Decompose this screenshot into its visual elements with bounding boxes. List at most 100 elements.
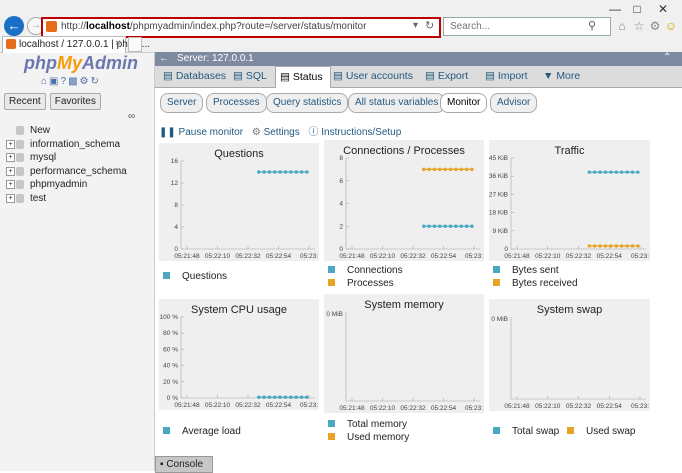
tab-status[interactable]: ▤ Status bbox=[275, 66, 331, 88]
y-tick-label: 40 % bbox=[163, 363, 178, 370]
legend-swatch bbox=[163, 427, 170, 434]
back-icon[interactable]: ← bbox=[4, 16, 24, 36]
tree-item-mysql[interactable]: + mysql bbox=[6, 152, 127, 166]
browser-search-box[interactable]: ⚲ bbox=[443, 17, 611, 36]
x-tick-label: 05:21:48 bbox=[174, 402, 200, 409]
expand-icon[interactable]: + bbox=[6, 193, 15, 203]
data-point bbox=[454, 167, 458, 172]
tree-item-test[interactable]: + test bbox=[6, 193, 127, 207]
x-tick-label: 05:22:10 bbox=[205, 253, 231, 260]
y-tick-label: 0 bbox=[339, 246, 343, 253]
legend-swatch bbox=[567, 427, 574, 434]
tree-item-phpmyadmin[interactable]: + phpmyadmin bbox=[6, 179, 127, 193]
subtab-monitor[interactable]: Monitor bbox=[440, 93, 488, 113]
tab-user-accounts[interactable]: ▤ User accounts bbox=[329, 66, 419, 87]
exit-icon[interactable]: ▣ bbox=[49, 76, 60, 87]
expand-icon[interactable]: + bbox=[6, 153, 15, 162]
chart-traffic: Traffic 0 9 KiB 18 KiB 27 KiB 36 KiB 45 KiB 05:… bbox=[489, 140, 650, 261]
data-point bbox=[305, 170, 309, 174]
data-point bbox=[609, 244, 613, 248]
phpmyadmin-logo[interactable]: phpMyAdmin bbox=[24, 53, 138, 74]
nav-tab-recent[interactable]: Recent bbox=[4, 93, 46, 110]
docs-icon[interactable]: ▩ bbox=[68, 76, 79, 87]
minimize-icon[interactable]: — bbox=[604, 2, 626, 16]
new-database-icon bbox=[16, 126, 24, 135]
data-point bbox=[278, 395, 282, 399]
settings-icon[interactable]: ⚙ bbox=[80, 76, 91, 87]
data-point bbox=[464, 224, 469, 228]
tree-item-information-schema[interactable]: + information_schema bbox=[6, 139, 127, 153]
favorites-icon[interactable]: ☆ bbox=[632, 19, 646, 33]
home-icon[interactable]: ⌂ bbox=[615, 19, 629, 33]
maximize-icon[interactable]: □ bbox=[626, 2, 648, 16]
x-tick-label: 05:23: bbox=[465, 253, 483, 260]
tab-close-icon[interactable]: × bbox=[115, 38, 121, 49]
refresh-icon[interactable]: ↻ bbox=[425, 19, 434, 32]
link-icon[interactable]: ∞ bbox=[128, 111, 135, 122]
tab-favicon-icon bbox=[6, 39, 16, 49]
x-tick-label: 05:22:54 bbox=[431, 253, 457, 260]
y-tick-label: 45 KiB bbox=[489, 155, 508, 162]
gear-icon[interactable]: ⚙ bbox=[648, 19, 662, 33]
data-point bbox=[422, 224, 426, 228]
help-icon[interactable]: ? bbox=[61, 76, 69, 87]
reload-icon[interactable]: ↻ bbox=[90, 76, 100, 87]
tab-import[interactable]: ▤ Import bbox=[481, 66, 539, 87]
back-arrow-icon[interactable]: ← bbox=[159, 53, 169, 64]
tab-sql[interactable]: ▤ SQL bbox=[229, 66, 275, 87]
expand-icon[interactable]: + bbox=[6, 180, 15, 189]
tree-item-performance-schema[interactable]: + performance_schema bbox=[6, 166, 127, 180]
subtab-server[interactable]: Server bbox=[160, 93, 204, 113]
subtab-advisor[interactable]: Advisor bbox=[490, 93, 538, 113]
data-point bbox=[609, 170, 613, 174]
smiley-icon[interactable]: ☺ bbox=[664, 19, 678, 33]
collapse-icon[interactable]: ⌃ bbox=[663, 52, 671, 63]
data-point bbox=[262, 170, 266, 174]
tree-item-new[interactable]: New bbox=[6, 125, 127, 139]
y-tick-label: 16 bbox=[171, 158, 179, 165]
export-icon: ▤ bbox=[425, 70, 438, 82]
y-tick-label: 27 KiB bbox=[489, 191, 508, 198]
console-toggle[interactable]: ▪ Console bbox=[155, 456, 213, 473]
search-icon[interactable]: ⚲ bbox=[588, 19, 596, 32]
data-point bbox=[620, 244, 624, 248]
address-bar[interactable]: http://localhost/phpmyadmin/index.php?ro… bbox=[41, 17, 441, 38]
data-point bbox=[443, 224, 447, 228]
expand-icon[interactable]: + bbox=[6, 139, 15, 149]
browser-tab[interactable]: localhost / 127.0.0.1 | phpM... × bbox=[2, 36, 150, 53]
chart-system-cpu: System CPU usage 0 % 20 % 40 % 60 % 80 % 100 %… bbox=[159, 299, 319, 410]
subtab-all-status-variables[interactable]: All status variables bbox=[348, 93, 446, 113]
x-tick-label: 05:22:32 bbox=[235, 253, 261, 260]
home-icon[interactable]: ⌂ bbox=[41, 76, 49, 87]
data-point bbox=[305, 395, 309, 399]
instructions-link[interactable]: Instructions/Setup bbox=[321, 127, 401, 138]
chart-title: Connections / Processes bbox=[343, 145, 465, 157]
y-tick-label: 4 bbox=[174, 224, 178, 231]
subtab-processes[interactable]: Processes bbox=[206, 93, 267, 113]
new-tab-icon[interactable] bbox=[128, 37, 142, 52]
subtab-query-statistics[interactable]: Query statistics bbox=[266, 93, 349, 113]
data-point bbox=[593, 170, 597, 174]
expand-icon[interactable]: + bbox=[6, 166, 15, 176]
tab-export[interactable]: ▤ Export bbox=[421, 66, 479, 87]
browser-search-input[interactable] bbox=[448, 20, 572, 33]
data-point bbox=[283, 395, 288, 399]
search-dropdown-icon[interactable]: ▾ bbox=[413, 20, 418, 31]
server-title[interactable]: Server: 127.0.0.1 bbox=[177, 53, 254, 64]
chart-title: System swap bbox=[537, 304, 602, 316]
settings-link[interactable]: Settings bbox=[264, 127, 300, 138]
close-icon[interactable]: ✕ bbox=[652, 2, 674, 16]
x-tick-label: 05:22:32 bbox=[566, 253, 592, 260]
nav-tab-favorites[interactable]: Favorites bbox=[49, 93, 101, 110]
database-icon bbox=[16, 139, 24, 149]
data-point bbox=[294, 395, 298, 399]
legend-connections: Connections bbox=[328, 265, 403, 276]
tab-databases[interactable]: ▤ Databases bbox=[159, 66, 231, 87]
pause-monitor-link[interactable]: Pause monitor bbox=[179, 127, 243, 138]
tab-more[interactable]: ▼ More bbox=[539, 66, 593, 87]
chart-questions: Questions 0 4 8 12 16 05:21:48 05:22:10 05:22:32… bbox=[159, 143, 319, 261]
y-tick-label: 9 KiB bbox=[492, 228, 508, 235]
data-point bbox=[273, 170, 277, 174]
x-tick-label: 05:23: bbox=[465, 405, 483, 412]
x-tick-label: 05:22:54 bbox=[597, 253, 623, 260]
